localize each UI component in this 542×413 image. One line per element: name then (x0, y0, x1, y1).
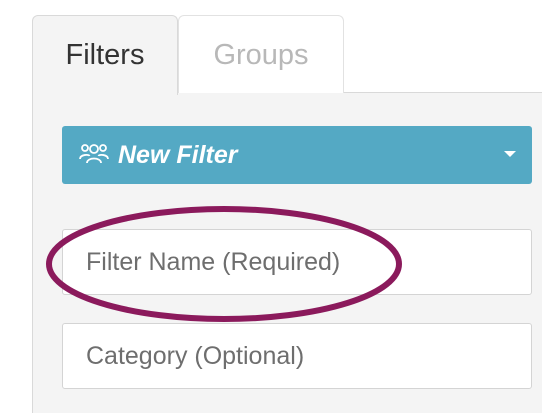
users-icon (79, 144, 109, 164)
tab-filters[interactable]: Filters (32, 15, 178, 95)
filter-panel-screen: Filters Groups New Filter (0, 0, 542, 413)
new-filter-dropdown-button[interactable]: New Filter (62, 126, 532, 184)
tab-bar: Filters Groups (32, 15, 542, 95)
category-input[interactable] (62, 323, 532, 389)
filter-name-input[interactable] (62, 229, 532, 295)
tab-filters-label: Filters (65, 39, 145, 71)
chevron-down-icon (504, 151, 516, 157)
tab-groups[interactable]: Groups (178, 15, 344, 93)
tab-groups-label: Groups (213, 39, 309, 71)
new-filter-label: New Filter (118, 141, 238, 169)
